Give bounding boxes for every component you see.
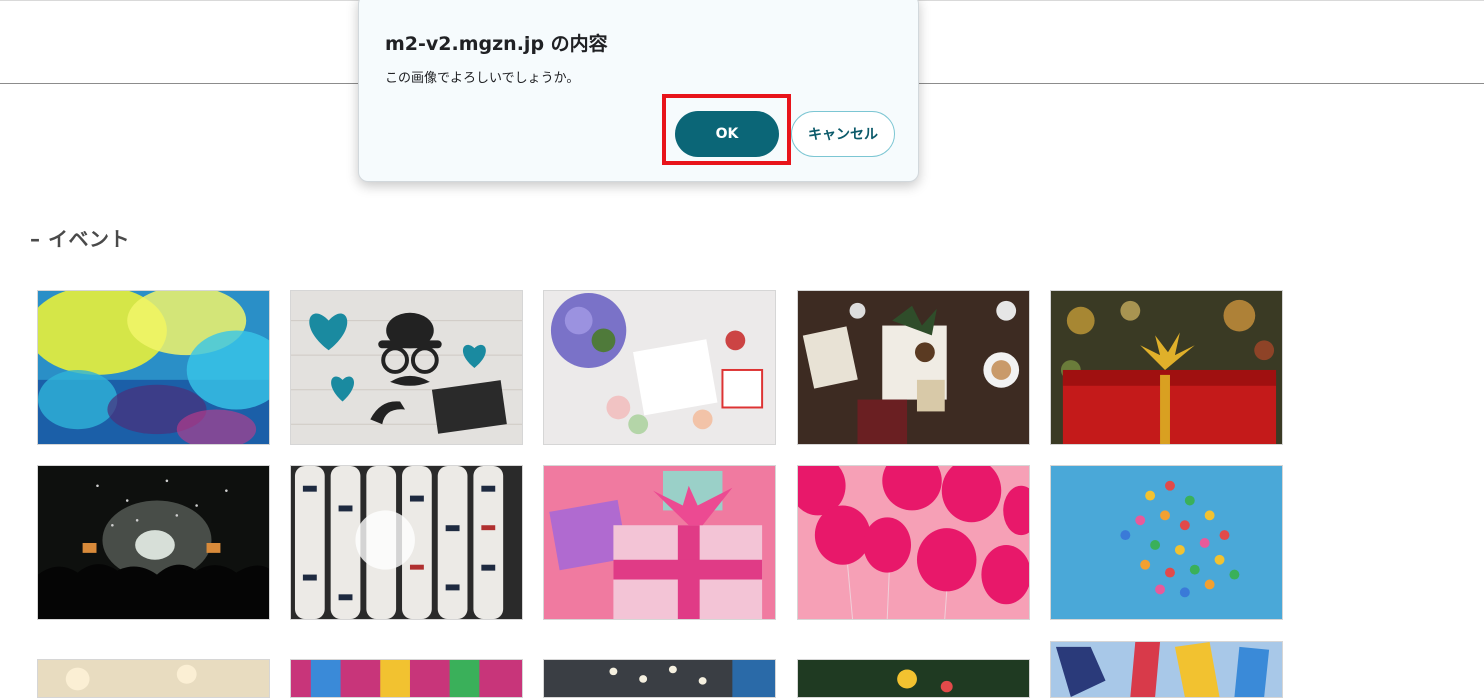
ok-button-highlight-box <box>662 94 791 165</box>
gallery-image-sky-balloons[interactable] <box>1050 465 1283 620</box>
gallery-image-bokeh[interactable] <box>37 659 270 698</box>
gallery-image-tanabata[interactable] <box>290 659 523 698</box>
gallery-image-pink-gifts[interactable] <box>543 465 776 620</box>
gallery-image-red-gift[interactable] <box>1050 290 1283 445</box>
gallery-image-christmas-gift[interactable] <box>797 290 1030 445</box>
gallery-image-mothers-day[interactable] <box>543 290 776 445</box>
dialog-message: この画像でよろしいでしょうか。 <box>385 71 580 86</box>
gallery-image-concert[interactable] <box>37 465 270 620</box>
section-title-event: – イベント <box>30 227 130 251</box>
gallery-image-koinobori[interactable] <box>1050 641 1283 698</box>
gallery-image-christmas-tree[interactable] <box>797 659 1030 698</box>
gallery-image-festival-street[interactable] <box>543 659 776 698</box>
gallery-image-holi[interactable] <box>37 290 270 445</box>
gallery-image-pink-balloons[interactable] <box>797 465 1030 620</box>
cancel-button[interactable]: キャンセル <box>791 111 895 157</box>
dialog-title: m2-v2.mgzn.jp の内容 <box>385 33 608 55</box>
gallery-image-fathers-day[interactable] <box>290 290 523 445</box>
gallery-image-lanterns[interactable] <box>290 465 523 620</box>
confirm-dialog: m2-v2.mgzn.jp の内容 この画像でよろしいでしょうか。 OK キャン… <box>358 0 919 182</box>
